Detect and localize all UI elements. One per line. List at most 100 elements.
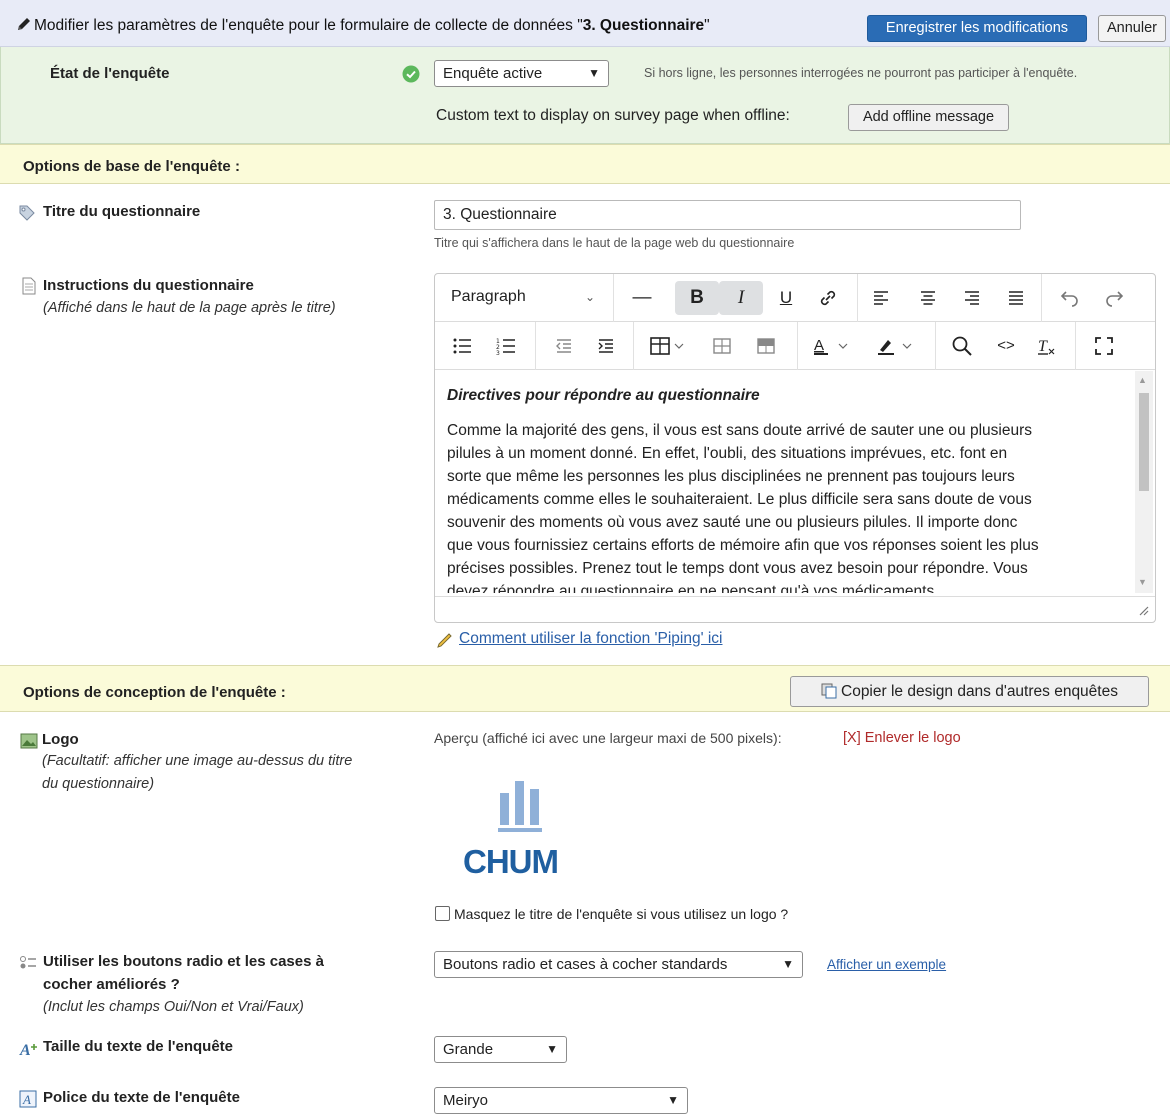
instructions-sublabel: (Affiché dans le haut de la page après l… bbox=[43, 300, 336, 316]
enhanced-radio-label-2: cocher améliorés ? bbox=[43, 976, 180, 993]
instructions-line: devez répondre au questionnaire en ne pe… bbox=[447, 583, 935, 593]
rich-text-editor[interactable]: Paragraph ⌄ — B I U 1 2 3 A <> T Directi… bbox=[434, 273, 1156, 623]
offline-text-label: Custom text to display on survey page wh… bbox=[436, 107, 790, 124]
svg-text:A: A bbox=[814, 337, 824, 354]
questionnaire-title-hint: Titre qui s'affichera dans le haut de la… bbox=[434, 236, 795, 250]
title-form-name: 3. Questionnaire bbox=[582, 17, 705, 34]
instructions-line: souvenir des moments où vous avez sauté … bbox=[447, 514, 1018, 531]
svg-text:A: A bbox=[22, 1092, 31, 1107]
instructions-line: pilules à un moment donné. En effet, l'o… bbox=[447, 445, 1008, 462]
align-left-icon[interactable] bbox=[864, 281, 898, 315]
questionnaire-title-input[interactable] bbox=[434, 200, 1021, 230]
cancel-button[interactable]: Annuler bbox=[1098, 15, 1166, 42]
horizontal-rule-icon[interactable]: — bbox=[625, 281, 659, 315]
piping-help-link[interactable]: Comment utiliser la fonction 'Piping' ic… bbox=[459, 630, 723, 648]
survey-status-label: État de l'enquête bbox=[50, 65, 170, 82]
editor-toolbar-row-1: Paragraph ⌄ — B I U bbox=[435, 274, 1155, 322]
svg-text:T: T bbox=[1038, 338, 1048, 355]
title-prefix: Modifier les paramètres de l'enquête pou… bbox=[34, 17, 583, 34]
show-example-link[interactable]: Afficher un exemple bbox=[827, 957, 946, 972]
copy-design-button[interactable]: Copier le design dans d'autres enquêtes bbox=[790, 676, 1149, 707]
logo-wordmark: CHUM bbox=[463, 843, 559, 880]
code-icon[interactable]: <> bbox=[989, 329, 1023, 363]
chevron-down-icon: ▼ bbox=[667, 1093, 679, 1107]
text-size-select[interactable]: Grande ▼ bbox=[434, 1036, 567, 1063]
copy-design-label: Copier le design dans d'autres enquêtes bbox=[841, 683, 1118, 700]
status-hint: Si hors ligne, les personnes interrogées… bbox=[644, 66, 1078, 80]
align-justify-icon[interactable] bbox=[999, 281, 1033, 315]
document-icon bbox=[22, 277, 36, 295]
editor-statusbar bbox=[435, 596, 1155, 622]
redo-icon[interactable] bbox=[1097, 281, 1131, 315]
table-cell-icon[interactable] bbox=[705, 329, 739, 363]
table-icon[interactable] bbox=[645, 329, 691, 363]
instructions-heading: Directives pour répondre au questionnair… bbox=[447, 387, 760, 404]
basic-options-title: Options de base de l'enquête : bbox=[23, 158, 240, 175]
resize-handle-icon[interactable] bbox=[1139, 606, 1149, 616]
svg-text:3: 3 bbox=[496, 350, 500, 355]
instructions-line: Comme la majorité des gens, il vous est … bbox=[447, 422, 1032, 439]
highlight-color-icon[interactable] bbox=[871, 329, 921, 363]
editor-scrollbar[interactable]: ▲ ▼ bbox=[1135, 371, 1153, 593]
text-color-icon[interactable]: A bbox=[807, 329, 857, 363]
font-value: Meiryo bbox=[443, 1092, 489, 1109]
instructions-line: précises possibles. Prenez tout le temps… bbox=[447, 560, 1028, 577]
save-changes-button[interactable]: Enregistrer les modifications bbox=[867, 15, 1087, 42]
link-icon[interactable] bbox=[811, 281, 845, 315]
logo-preview-image: CHUM bbox=[434, 755, 604, 900]
hide-title-label: Masquez le titre de l'enquête si vous ut… bbox=[454, 906, 789, 922]
text-size-label: Taille du texte de l'enquête bbox=[43, 1038, 233, 1055]
copy-icon bbox=[821, 683, 837, 699]
logo-sublabel-1: (Facultatif: afficher une image au-dessu… bbox=[42, 753, 353, 769]
underline-icon[interactable]: U bbox=[769, 281, 803, 315]
instructions-line: sorte que même les personnes les plus di… bbox=[447, 468, 1015, 485]
scroll-down-arrow-icon[interactable]: ▼ bbox=[1138, 577, 1147, 587]
undo-icon[interactable] bbox=[1053, 281, 1087, 315]
instructions-label: Instructions du questionnaire bbox=[43, 277, 254, 294]
table-row-icon[interactable] bbox=[749, 329, 783, 363]
clear-formatting-icon[interactable]: T bbox=[1029, 329, 1063, 363]
editor-content[interactable]: Directives pour répondre au questionnair… bbox=[435, 371, 1135, 593]
basic-options-header: Options de base de l'enquête : bbox=[0, 144, 1170, 184]
instructions-line: médicaments comme elles le souhaiteraien… bbox=[447, 491, 1032, 508]
chevron-down-icon: ▼ bbox=[546, 1042, 558, 1056]
survey-settings-page: Modifier les paramètres de l'enquête pou… bbox=[0, 0, 1170, 1117]
align-center-icon[interactable] bbox=[911, 281, 945, 315]
chevron-down-icon: ▼ bbox=[588, 66, 600, 80]
page-title: Modifier les paramètres de l'enquête pou… bbox=[16, 16, 710, 37]
hide-title-checkbox[interactable] bbox=[435, 906, 450, 921]
align-right-icon[interactable] bbox=[955, 281, 989, 315]
design-options-title: Options de conception de l'enquête : bbox=[23, 684, 286, 701]
survey-status-select[interactable]: Enquête active ▼ bbox=[434, 60, 609, 87]
text-size-value: Grande bbox=[443, 1041, 494, 1058]
outdent-icon[interactable] bbox=[547, 329, 581, 363]
add-offline-message-button[interactable]: Add offline message bbox=[848, 104, 1009, 131]
instructions-line: que vous fournissiez certains efforts de… bbox=[447, 537, 1039, 554]
logo-preview-text: Aperçu (affiché ici avec une largeur max… bbox=[434, 730, 782, 746]
tag-icon bbox=[19, 205, 35, 221]
bold-icon[interactable]: B bbox=[675, 281, 719, 315]
enhanced-radio-value: Boutons radio et cases à cocher standard… bbox=[443, 956, 728, 973]
italic-icon[interactable]: I bbox=[719, 281, 763, 315]
remove-logo-link[interactable]: [X] Enlever le logo bbox=[843, 730, 961, 746]
numbered-list-icon[interactable]: 123 bbox=[489, 329, 523, 363]
editor-toolbar-row-2: 123 A <> T bbox=[435, 322, 1155, 370]
font-icon: A bbox=[19, 1090, 37, 1108]
image-icon bbox=[20, 733, 38, 749]
search-icon[interactable] bbox=[945, 329, 979, 363]
fullscreen-icon[interactable] bbox=[1087, 329, 1121, 363]
logo-label: Logo bbox=[42, 731, 79, 748]
radio-list-icon bbox=[20, 956, 36, 969]
font-select[interactable]: Meiryo ▼ bbox=[434, 1087, 688, 1114]
bullet-list-icon[interactable] bbox=[445, 329, 479, 363]
scroll-up-arrow-icon[interactable]: ▲ bbox=[1138, 375, 1147, 385]
pipe-icon bbox=[437, 633, 452, 648]
logo-sublabel-2: du questionnaire) bbox=[42, 776, 155, 792]
chevron-down-icon: ⌄ bbox=[585, 290, 596, 304]
indent-icon[interactable] bbox=[589, 329, 623, 363]
font-label: Police du texte de l'enquête bbox=[43, 1089, 240, 1106]
enhanced-radio-label-1: Utiliser les boutons radio et les cases … bbox=[43, 953, 324, 970]
enhanced-radio-select[interactable]: Boutons radio et cases à cocher standard… bbox=[434, 951, 803, 978]
scroll-thumb[interactable] bbox=[1139, 393, 1149, 491]
enhanced-radio-sublabel: (Inclut les champs Oui/Non et Vrai/Faux) bbox=[43, 999, 304, 1015]
